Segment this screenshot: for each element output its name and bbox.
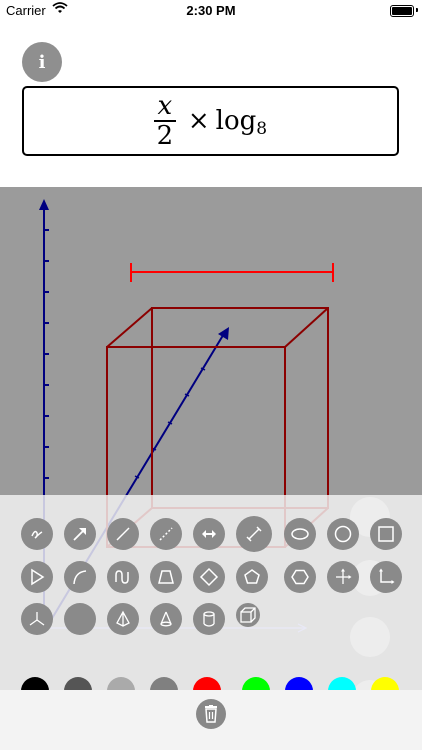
tool-sphere[interactable] bbox=[64, 603, 96, 635]
tool-cube[interactable] bbox=[236, 603, 260, 627]
tool-diamond[interactable] bbox=[193, 561, 225, 593]
right-angle-axis-icon bbox=[379, 568, 395, 584]
tool-circle[interactable] bbox=[327, 518, 359, 550]
tool-hexagon[interactable] bbox=[284, 561, 316, 593]
tool-ellipse[interactable] bbox=[284, 518, 316, 550]
freehand-squiggle-icon bbox=[31, 530, 43, 539]
tool-double-arrow[interactable] bbox=[193, 518, 225, 550]
square-icon bbox=[378, 526, 394, 542]
pentagon-icon bbox=[244, 569, 260, 584]
arc-icon bbox=[73, 570, 87, 585]
tool-cylinder[interactable] bbox=[193, 603, 225, 635]
tool-arc[interactable] bbox=[64, 561, 96, 593]
circle-icon bbox=[334, 525, 352, 543]
fraction: x 2 bbox=[153, 91, 176, 151]
pyramid-icon bbox=[116, 610, 130, 627]
wave-icon bbox=[115, 570, 129, 584]
tool-3d-axes[interactable] bbox=[21, 603, 53, 635]
tool-cone[interactable] bbox=[150, 603, 182, 635]
cone-icon bbox=[160, 611, 172, 627]
hexagon-icon bbox=[291, 569, 309, 585]
log-function: log bbox=[215, 106, 257, 136]
battery-icon bbox=[390, 5, 414, 17]
clear-canvas-button[interactable] bbox=[196, 699, 226, 729]
fraction-numerator: x bbox=[157, 91, 173, 122]
dashed-line-icon bbox=[159, 527, 173, 541]
tool-square[interactable] bbox=[370, 518, 402, 550]
axes-cross-icon bbox=[336, 568, 352, 584]
fraction-denominator: 2 bbox=[156, 120, 174, 151]
tool-dashed-line[interactable] bbox=[150, 518, 182, 550]
diamond-icon bbox=[199, 567, 219, 587]
info-icon: i bbox=[38, 51, 46, 73]
cube-icon bbox=[240, 607, 256, 623]
tool-arrow[interactable] bbox=[64, 518, 96, 550]
battery-tip bbox=[416, 8, 418, 12]
tool-measure[interactable] bbox=[236, 516, 272, 552]
tool-pyramid[interactable] bbox=[107, 603, 139, 635]
info-button[interactable]: i bbox=[22, 42, 62, 82]
arrow-icon bbox=[73, 528, 86, 541]
status-bar: Carrier 2:30 PM bbox=[0, 0, 422, 22]
cylinder-icon bbox=[203, 611, 215, 627]
dimension-line bbox=[130, 263, 334, 282]
double-arrow-icon bbox=[202, 530, 216, 538]
tool-wave[interactable] bbox=[107, 561, 139, 593]
triangle-icon bbox=[31, 568, 45, 586]
formula-display[interactable]: x 2 × log 8 bbox=[22, 86, 399, 156]
3d-axes-icon bbox=[29, 612, 45, 626]
trash-icon bbox=[205, 705, 217, 723]
sphere-icon bbox=[70, 609, 90, 629]
times-operator: × bbox=[187, 106, 210, 136]
ellipse-icon bbox=[291, 528, 309, 540]
tool-freehand[interactable] bbox=[21, 518, 53, 550]
ghost-button-3 bbox=[350, 617, 390, 657]
tool-pentagon[interactable] bbox=[236, 561, 268, 593]
measure-line-icon bbox=[246, 526, 262, 542]
line-icon bbox=[116, 527, 130, 541]
tool-trapezoid[interactable] bbox=[150, 561, 182, 593]
clock-time: 2:30 PM bbox=[186, 3, 236, 18]
tool-axes[interactable] bbox=[327, 561, 359, 593]
trapezoid-icon bbox=[158, 570, 174, 584]
log-base: 8 bbox=[256, 119, 268, 139]
tool-line[interactable] bbox=[107, 518, 139, 550]
tool-triangle[interactable] bbox=[21, 561, 53, 593]
formula-expression: x 2 × log 8 bbox=[24, 88, 397, 154]
tool-right-angle[interactable] bbox=[370, 561, 402, 593]
